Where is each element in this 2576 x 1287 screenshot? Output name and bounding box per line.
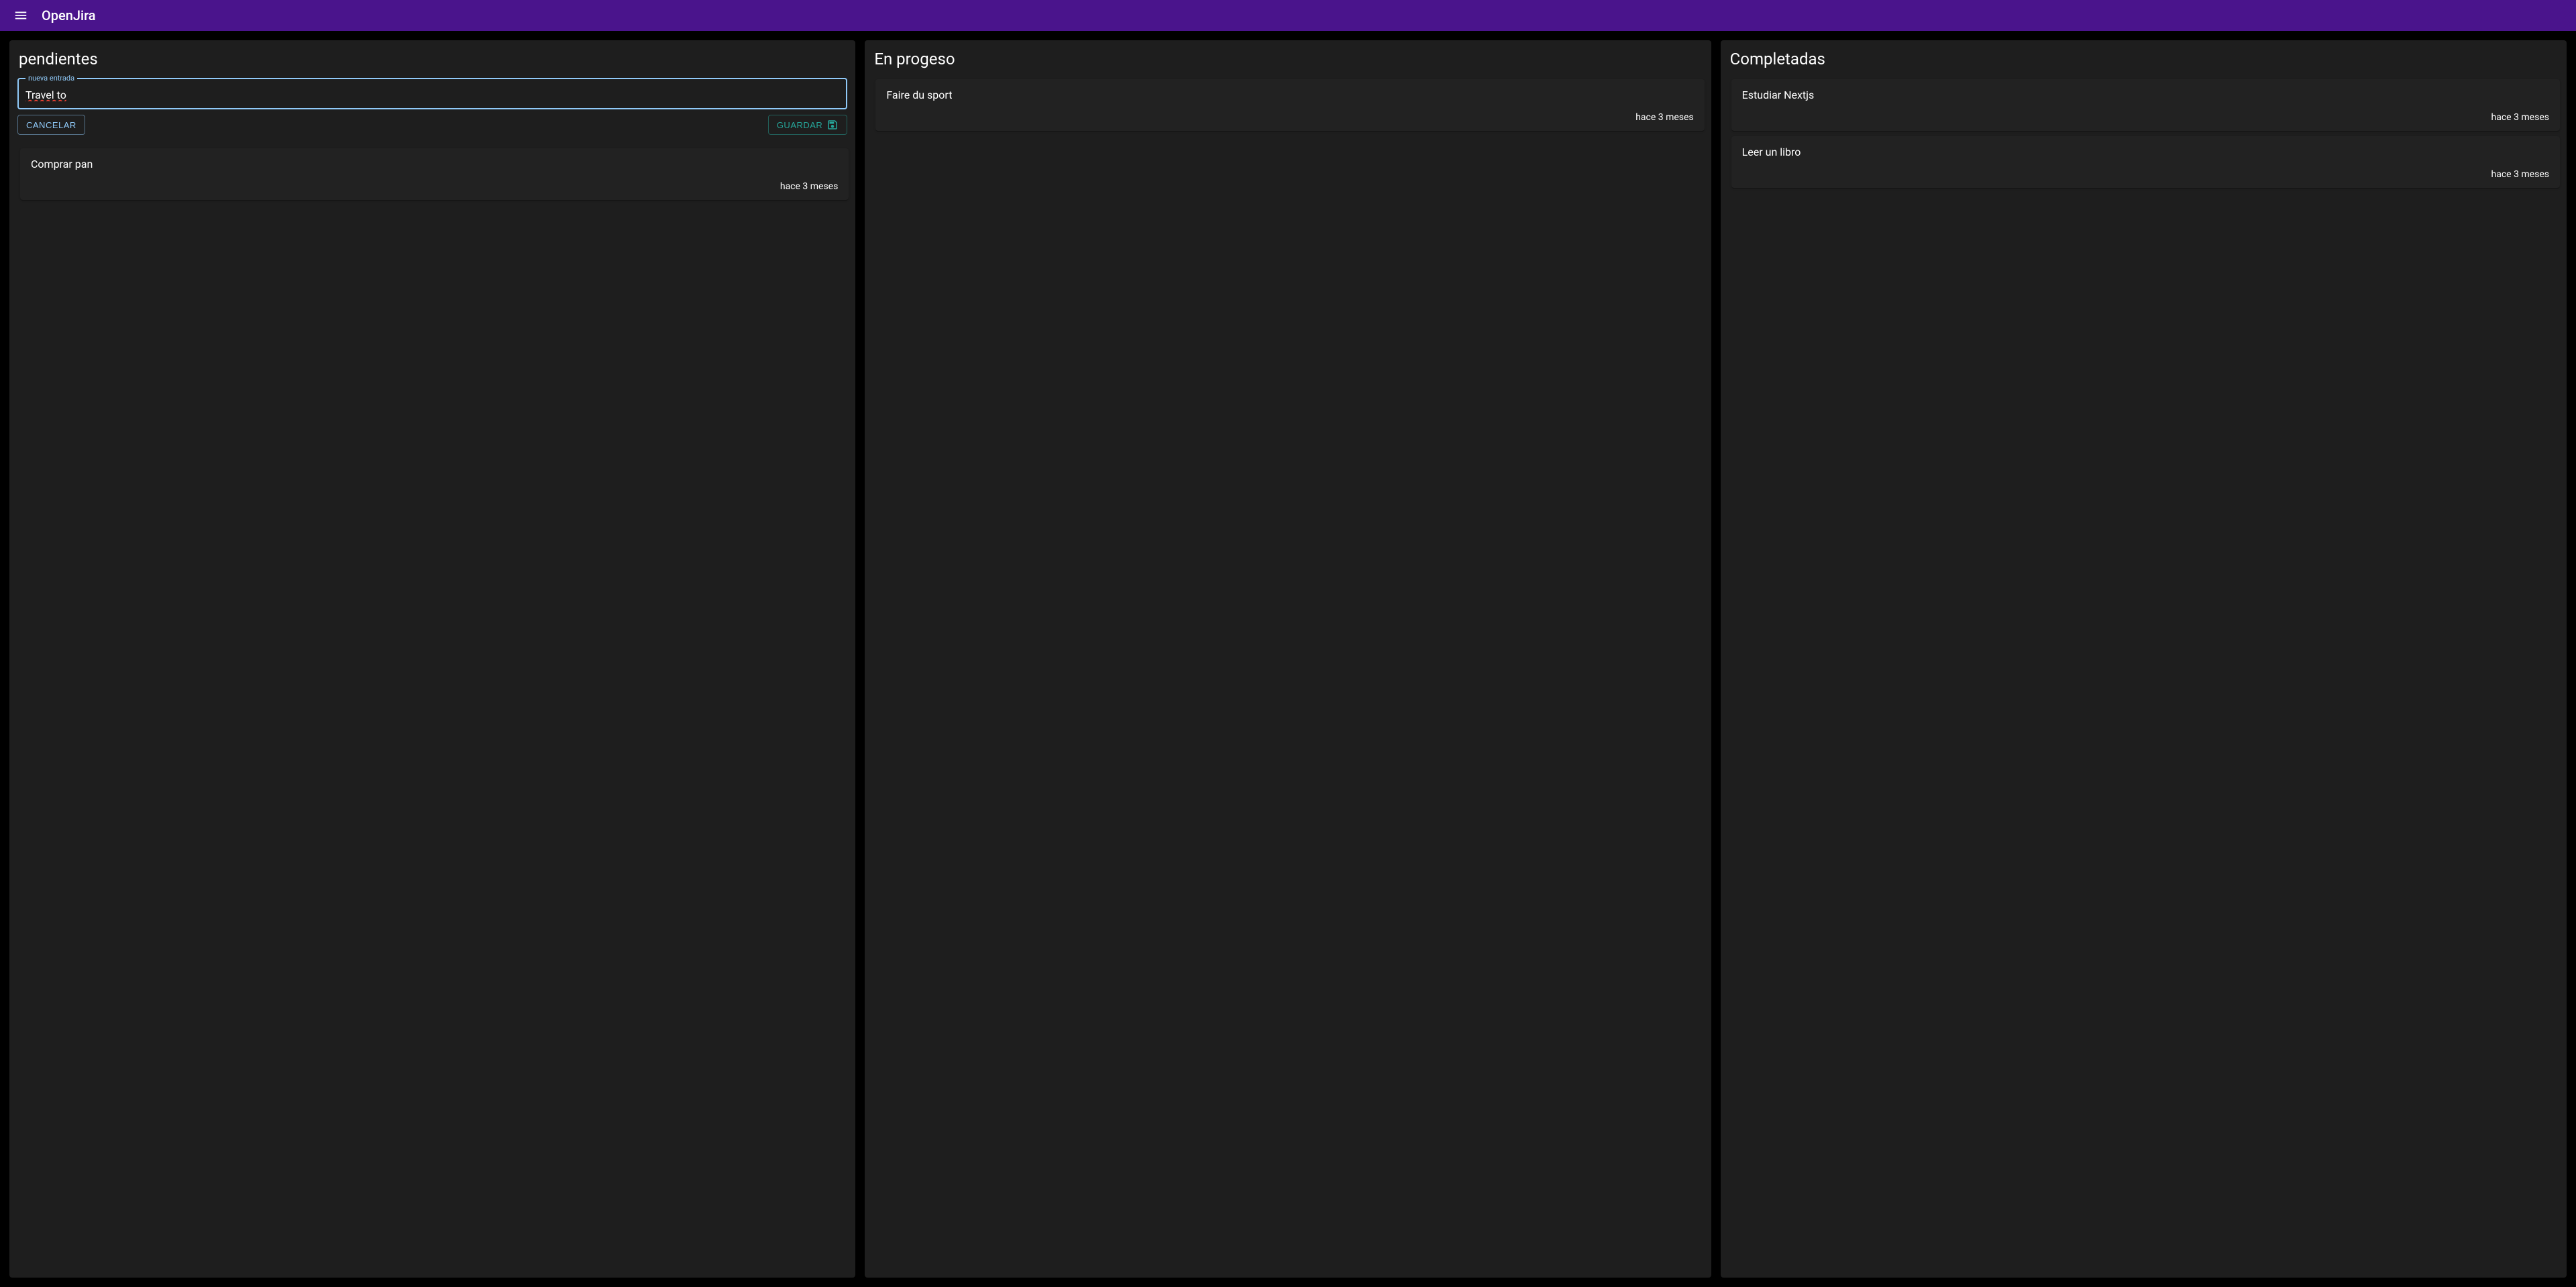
- task-timestamp: hace 3 meses: [31, 181, 838, 192]
- hamburger-menu-button[interactable]: [11, 5, 31, 25]
- task-card[interactable]: Estudiar Nextjs hace 3 meses: [1731, 79, 2560, 131]
- task-title: Estudiar Nextjs: [1742, 89, 2549, 101]
- new-entry-input[interactable]: [25, 89, 839, 101]
- board-column: pendientes nueva entrada Cancelar Guardar Co…: [9, 40, 855, 1278]
- column-title: Completadas: [1721, 40, 2567, 72]
- task-title: Leer un libro: [1742, 146, 2549, 158]
- card-list[interactable]: Estudiar Nextjshace 3 mesesLeer un libro…: [1723, 75, 2565, 1272]
- card-list[interactable]: Comprar pan hace 3 meses: [12, 144, 854, 1272]
- task-title: Faire du sport: [886, 89, 1693, 101]
- new-entry-form: nueva entrada Cancelar Guardar: [17, 78, 847, 135]
- save-icon: [826, 119, 839, 131]
- cancel-button-label: Cancelar: [26, 120, 76, 130]
- task-timestamp: hace 3 meses: [1742, 169, 2549, 180]
- save-button[interactable]: Guardar: [768, 115, 848, 135]
- text-field-label: nueva entrada: [25, 74, 77, 83]
- board-column: En progeso Faire du sport hace 3 meses: [865, 40, 1711, 1278]
- text-field-wrapper[interactable]: nueva entrada: [17, 78, 847, 109]
- menu-icon: [13, 8, 28, 23]
- task-card[interactable]: Leer un libro hace 3 meses: [1731, 136, 2560, 188]
- cancel-button[interactable]: Cancelar: [17, 115, 85, 135]
- board-column: CompletadasEstudiar Nextjshace 3 mesesLe…: [1721, 40, 2567, 1278]
- column-title: pendientes: [9, 40, 855, 72]
- task-title: Comprar pan: [31, 158, 838, 170]
- task-card[interactable]: Comprar pan hace 3 meses: [20, 148, 849, 200]
- save-button-label: Guardar: [777, 120, 823, 130]
- entry-actions: Cancelar Guardar: [17, 115, 847, 135]
- column-title: En progeso: [865, 40, 1711, 72]
- card-list[interactable]: Faire du sport hace 3 meses: [867, 75, 1709, 1272]
- task-timestamp: hace 3 meses: [1742, 112, 2549, 123]
- app-title: OpenJira: [42, 7, 96, 23]
- task-card[interactable]: Faire du sport hace 3 meses: [875, 79, 1704, 131]
- task-timestamp: hace 3 meses: [886, 112, 1693, 123]
